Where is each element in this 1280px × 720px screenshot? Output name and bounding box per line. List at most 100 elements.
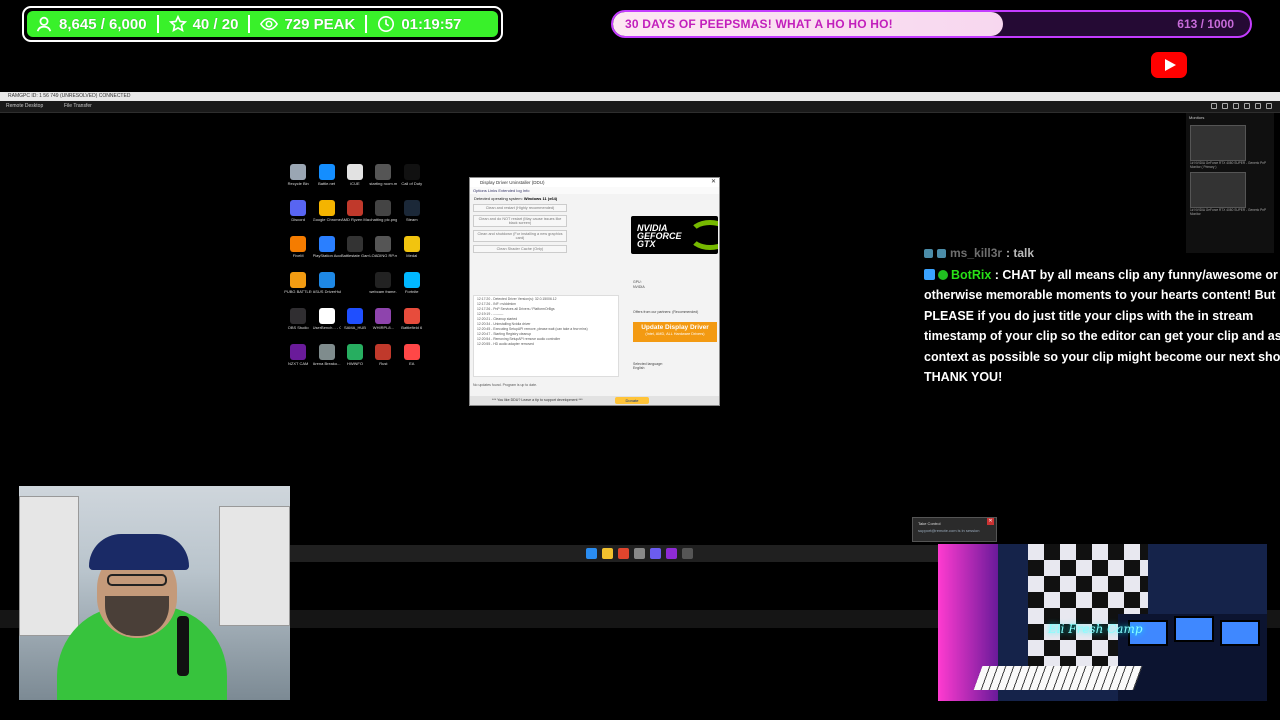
clean-shader-cache-button[interactable]: Clean Shader Cache (Only) [473, 245, 567, 253]
desktop-icon-label: Discord [291, 218, 305, 222]
ddu-status: No updates found. Program is up to date. [473, 383, 538, 387]
clock-icon [378, 15, 395, 33]
ddu-partners: Offers from our partners: (Recommended) [633, 310, 699, 314]
chat-message-1: ms_kill3r : talk [924, 246, 1280, 260]
desktop-icon[interactable]: Steam [398, 200, 426, 230]
donate-button[interactable]: Donate [615, 397, 649, 404]
toast-title: Take Control [918, 521, 941, 526]
close-icon[interactable] [1266, 103, 1272, 109]
close-icon[interactable]: ✕ [711, 178, 716, 187]
desktop-icon[interactable]: PUBG BATTLEGR... [284, 272, 312, 302]
microphone [177, 616, 189, 676]
chat-username: ms_kill3r [950, 246, 1003, 260]
ddu-title: Display Driver Uninstaller (DDU) [480, 180, 545, 185]
desktop-icon[interactable]: starting room.mp4 [369, 164, 397, 194]
monitor-caption-2: 1# NVIDIA GeForce RTX 4080 SUPER - Gener… [1190, 208, 1267, 216]
app-icon [375, 164, 392, 180]
eye-icon [260, 17, 279, 31]
desktop-icon[interactable]: UserBench... - Copy [312, 308, 341, 338]
app-icon [346, 236, 363, 252]
tab-file-transfer[interactable]: File Transfer [64, 103, 92, 109]
uptime-value: 01:19:57 [401, 15, 462, 33]
desktop-icon[interactable]: OBS Studio [284, 308, 312, 338]
desktop-icon[interactable]: PlayStation Accessories [312, 236, 341, 266]
desktop-icon-label: PUBG BATTLEGR... [284, 290, 312, 294]
desktop-icon[interactable]: NZXT CAM [284, 344, 312, 374]
close-icon[interactable]: ✕ [987, 518, 994, 525]
chrome-icon[interactable] [618, 548, 629, 559]
settings-icon[interactable] [1211, 103, 1217, 109]
app-icon [290, 344, 307, 360]
ddu-log: 12:17:20 - Detected Driver Version(s): 3… [473, 295, 619, 377]
remote-desktop-title: RAMGPC ID: 1 56 749 (UNRESOLVED) CONNECT… [8, 93, 131, 99]
app-icon [403, 164, 420, 180]
app-icon [346, 164, 363, 180]
desktop-icon-label: webcam frame.png [369, 290, 397, 294]
desktop-icon[interactable]: SAMA_HUB [341, 308, 369, 338]
start-icon[interactable] [586, 548, 597, 559]
nzxt-icon[interactable] [666, 548, 677, 559]
desktop-icon-label: HWiNFO [346, 362, 363, 366]
desktop-icon[interactable]: FiveM [284, 236, 312, 266]
monitor-icon[interactable] [1222, 103, 1228, 109]
desktop-icon[interactable]: Battlestate Games L... [341, 236, 369, 266]
app-icon [290, 200, 307, 216]
desktop-icon[interactable]: WHIRPL8... [369, 308, 397, 338]
desktop-icon[interactable]: Rust [369, 344, 397, 374]
desktop-icon[interactable]: Arena Breako... [312, 344, 340, 374]
nvidia-geforce-logo: NVIDIA GEFORCE GTX [631, 216, 718, 254]
desktop-icon[interactable]: LOADING RP.mp4 [369, 236, 397, 266]
app-icon [375, 272, 392, 288]
tab-remote-desktop[interactable]: Remote Desktop [6, 103, 43, 109]
monitor-thumbnail-2[interactable] [1190, 172, 1246, 208]
monitor-thumbnail-1[interactable] [1190, 125, 1246, 161]
take-control-toast[interactable]: Take Control support@remote.com is in se… [912, 517, 997, 542]
log-line: 12:20:55 - HD audio adapter removed [477, 342, 534, 346]
discord-icon[interactable] [650, 548, 661, 559]
desktop-icon[interactable]: Medal [398, 236, 426, 266]
clean-restart-button[interactable]: Clean and restart (Highly recommended) [473, 204, 567, 212]
remote-desktop-tabs: Remote Desktop File Transfer [0, 101, 1280, 113]
app-icon [318, 272, 335, 288]
desktop-icon[interactable]: chatting pic.png [369, 200, 397, 230]
clean-shutdown-button[interactable]: Clean and shutdown (For installing a new… [473, 230, 567, 242]
desktop-icon-label: iCUE [350, 182, 360, 186]
chat-line: PLEASE if you do just title your clips w… [924, 308, 1254, 323]
desktop-icon-label: EA [409, 362, 415, 366]
app-icon [403, 272, 420, 288]
desktop-icon[interactable]: iCUE [341, 164, 369, 194]
desktop-icon[interactable]: HWiNFO [341, 344, 369, 374]
desktop-icon[interactable]: Battle.net [312, 164, 340, 194]
keyboard-icon[interactable] [1233, 103, 1239, 109]
ddu-os-label: Detected operating system: [474, 196, 523, 201]
desktop-icon[interactable]: Recycle Bin [284, 164, 312, 194]
neon-sign: Eli Fresh Camp [1048, 622, 1143, 636]
desktop-icon[interactable]: Call of Duty [398, 164, 426, 194]
goal-count: 613 / 1000 [1177, 17, 1234, 31]
ddu-language[interactable]: Selected language: English [633, 362, 663, 370]
file-explorer-icon[interactable] [602, 548, 613, 559]
desktop-icon[interactable]: Battlefield 6 [398, 308, 426, 338]
app-icon [346, 200, 363, 216]
update-driver-button[interactable]: Update Display Driver (Intel, AMD, ALL H… [633, 322, 717, 342]
chat-username: BotRix [951, 268, 992, 282]
viewers-count: 729 PEAK [284, 15, 356, 33]
app-icon [375, 344, 392, 360]
desktop-icon[interactable]: Discord [284, 200, 312, 230]
desktop-icon[interactable]: AMD Ryzen Master [341, 200, 369, 230]
desktop-icon[interactable]: Google Chrome [312, 200, 341, 230]
settings-icon[interactable] [634, 548, 645, 559]
chat-line: context as possible so your clip might b… [924, 349, 1280, 364]
chat-text: : talk [1006, 246, 1035, 260]
desktop-icon[interactable]: ASUS DriverHub [312, 272, 341, 302]
fullscreen-icon[interactable] [1255, 103, 1261, 109]
desktop-icon[interactable]: webcam frame.png [369, 272, 397, 302]
desktop-icon[interactable]: EA [398, 344, 426, 374]
chat-icon[interactable] [1244, 103, 1250, 109]
chat-line: otherwise memorable moments to your hear… [924, 288, 1276, 303]
ddu-menu[interactable]: Options Links Extended log Info [470, 187, 719, 194]
desktop-icon[interactable]: Fortnite [398, 272, 426, 302]
app-icon[interactable] [682, 548, 693, 559]
app-icon [290, 272, 307, 288]
clean-no-restart-button[interactable]: Clean and do NOT restart (May cause issu… [473, 215, 567, 227]
